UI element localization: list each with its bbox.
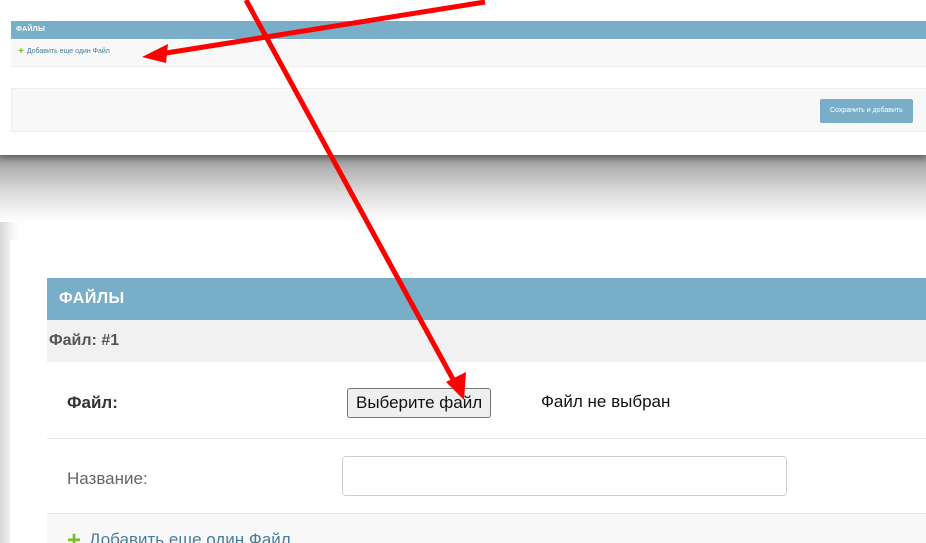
submit-row: Сохранить и добавить <box>11 88 926 132</box>
add-link-label: Добавить еще один Файл <box>89 530 291 543</box>
name-field-row: Название: <box>47 439 926 514</box>
add-another-file-link-large[interactable]: + Добавить еще один Файл <box>67 526 291 543</box>
module-header: ФАЙЛЫ <box>11 21 926 39</box>
screenshot-gap-shadow <box>0 152 926 222</box>
save-and-add-button[interactable]: Сохранить и добавить <box>820 99 913 123</box>
choose-file-button[interactable]: Выберите файл <box>347 388 492 418</box>
module-header-large: ФАЙЛЫ <box>47 278 926 320</box>
plus-icon: + <box>18 46 24 57</box>
file-status-text: Файл не выбран <box>541 392 671 411</box>
file-field-row: Файл: Выберите файл Файл не выбран <box>47 362 926 439</box>
plus-icon: + <box>67 526 82 543</box>
add-row-large: + Добавить еще один Файл <box>47 514 926 543</box>
add-another-file-link[interactable]: + Добавить еще один Файл <box>18 46 110 57</box>
file-label: Файл: <box>67 393 118 412</box>
name-input[interactable] <box>342 456 787 496</box>
name-label: Название: <box>67 469 148 488</box>
top-screenshot-panel: ФАЙЛЫ + Добавить еще один Файл Сохранить… <box>0 0 926 155</box>
add-row: + Добавить еще один Файл <box>11 40 926 67</box>
bottom-screenshot-panel: ФАЙЛЫ Файл: #1 Файл: Выберите файл Файл … <box>10 240 926 543</box>
inline-file-header: Файл: #1 <box>47 320 926 362</box>
add-link-label: Добавить еще один Файл <box>26 48 110 55</box>
